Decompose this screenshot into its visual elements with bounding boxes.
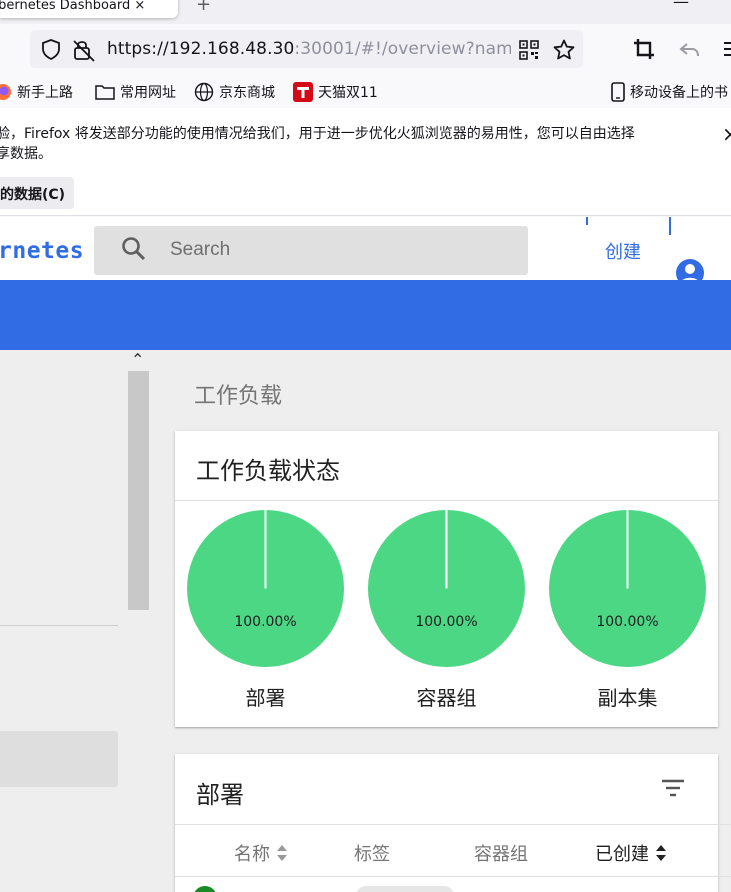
column-label: 容器组 — [474, 844, 528, 865]
bookmark-item[interactable]: 京东商城 — [194, 82, 275, 102]
column-label: 标签 — [354, 844, 390, 865]
bookmark-star-icon[interactable] — [552, 38, 576, 62]
tmall-icon — [293, 82, 313, 102]
pie-chart — [368, 510, 525, 667]
url-host: https://192.168.48.30 — [107, 39, 295, 59]
bookmark-item[interactable]: 天猫双11 — [293, 82, 378, 102]
notification-text: 验，Firefox 将发送部分功能的使用情况给我们，用于进一步优化火狐浏览器的易… — [0, 124, 690, 164]
column-header-name[interactable]: 名称 — [234, 840, 288, 866]
page-title: 工作负载 — [194, 384, 283, 409]
column-header-created[interactable]: 已创建 — [595, 840, 667, 866]
choose-data-button[interactable]: 的数据(C) — [0, 177, 74, 209]
deployments-title: 部署 — [196, 781, 244, 809]
bookmark-label: 移动设备上的书 — [630, 85, 728, 101]
choose-data-label: 的数据(C) — [0, 187, 66, 203]
label-chip — [356, 886, 454, 892]
column-header-pods: 容器组 — [474, 840, 528, 866]
bookmark-item[interactable]: 移动设备上的书 — [611, 82, 728, 102]
pie-chart — [187, 510, 344, 667]
sidebar-divider — [0, 625, 118, 626]
screenshot-icon[interactable] — [632, 37, 656, 61]
minimize-icon[interactable]: — — [673, 0, 689, 11]
bookmark-item[interactable]: 新手上路 — [0, 82, 73, 102]
lock-warning-icon[interactable] — [72, 38, 98, 62]
sort-icon — [656, 845, 666, 861]
sidebar-item-selected[interactable] — [0, 731, 118, 787]
deployments-card — [175, 754, 718, 892]
create-divider-right — [669, 217, 671, 235]
table-divider — [175, 876, 731, 877]
bookmark-label: 常用网址 — [120, 85, 176, 101]
pie-chart-label: 部署 — [245, 686, 286, 710]
globe-icon — [194, 82, 214, 102]
shield-icon[interactable] — [40, 38, 62, 60]
brand-logo-text[interactable]: rnetes — [0, 238, 84, 264]
pie-chart-label: 副本集 — [597, 686, 658, 710]
folder-icon — [95, 85, 115, 100]
url-text[interactable]: https://192.168.48.30:30001/#!/overview?… — [107, 39, 511, 61]
workload-status-title: 工作负载状态 — [196, 457, 340, 485]
qr-code-icon[interactable] — [518, 39, 540, 61]
url-path: :30001/#!/overview?namesp — [294, 39, 511, 59]
bookmark-label: 京东商城 — [219, 85, 275, 101]
pie-percent-label: 100.00% — [234, 614, 297, 630]
bookmark-label: 新手上路 — [17, 85, 73, 101]
pie-chart-label: 容器组 — [416, 686, 477, 710]
pie-chart — [549, 510, 706, 667]
pie-percent-label: 100.00% — [415, 614, 478, 630]
mobile-icon — [611, 82, 625, 102]
column-header-labels: 标签 — [354, 840, 390, 866]
menu-icon[interactable] — [724, 38, 731, 60]
chevron-up-icon[interactable]: ⌃ — [131, 350, 144, 369]
browser-tab[interactable]: Kubernetes Dashboard × — [0, 0, 178, 18]
title-bar — [0, 280, 731, 350]
search-icon — [122, 237, 146, 261]
tab-title: Kubernetes Dashboard × — [0, 0, 146, 13]
card-divider — [175, 824, 731, 825]
undo-icon[interactable] — [678, 38, 702, 62]
bookmark-label: 天猫双11 — [318, 85, 378, 101]
close-icon[interactable]: × — [722, 122, 731, 146]
create-button[interactable]: 创建 — [592, 238, 654, 264]
filter-icon[interactable] — [660, 775, 686, 801]
column-label: 名称 — [234, 844, 270, 865]
sidebar-scrollbar[interactable] — [128, 371, 149, 610]
new-tab-icon[interactable]: + — [196, 0, 211, 15]
card-divider — [175, 500, 718, 501]
notification-line-2: 享数据。 — [0, 146, 52, 162]
notification-line-1: 验，Firefox 将发送部分功能的使用情况给我们，用于进一步优化火狐浏览器的易… — [0, 126, 635, 142]
create-divider-left — [586, 217, 588, 225]
search-input[interactable] — [160, 232, 520, 268]
sort-icon — [277, 845, 287, 861]
firefox-icon — [0, 84, 11, 100]
column-label: 已创建 — [595, 844, 649, 865]
pie-percent-label: 100.00% — [596, 614, 659, 630]
bookmark-item[interactable]: 常用网址 — [95, 82, 176, 102]
